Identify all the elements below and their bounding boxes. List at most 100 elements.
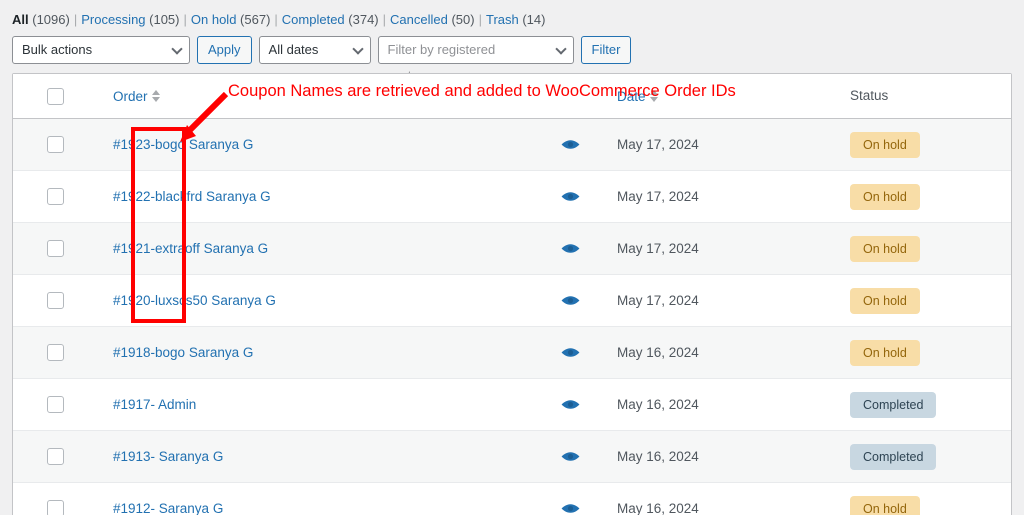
status-cell: On hold — [846, 339, 1011, 366]
table-row[interactable]: #1918-bogo Saranya G May 16, 2024 On hold — [13, 327, 1011, 379]
bulk-actions-select[interactable]: Bulk actions — [12, 36, 190, 64]
preview-cell[interactable] — [553, 398, 613, 411]
status-badge: On hold — [850, 287, 920, 314]
date-cell: May 17, 2024 — [617, 241, 699, 256]
preview-cell[interactable] — [553, 502, 613, 515]
select-all-cell — [13, 87, 98, 105]
row-select-cell — [13, 240, 98, 257]
table-row[interactable]: #1912- Saranya G May 16, 2024 On hold — [13, 483, 1011, 515]
annotation-text: Coupon Names are retrieved and added to … — [228, 82, 736, 100]
row-select-cell — [13, 292, 98, 309]
preview-cell[interactable] — [553, 346, 613, 359]
status-link-completed[interactable]: Completed (374) — [282, 12, 379, 27]
date-cell: May 16, 2024 — [617, 397, 699, 412]
status-link-on-hold[interactable]: On hold (567) — [191, 12, 271, 27]
status-link-trash[interactable]: Trash (14) — [486, 12, 545, 27]
order-link[interactable]: #1912- Saranya G — [113, 501, 223, 515]
status-filter-links: All (1096) | Processing (105) | On hold (567… — [12, 11, 545, 29]
row-select-checkbox[interactable] — [47, 344, 64, 361]
status-cell: Completed — [846, 391, 1011, 418]
status-badge: On hold — [850, 339, 920, 366]
order-cell: #1918-bogo Saranya G — [98, 345, 553, 360]
row-select-cell — [13, 396, 98, 413]
preview-cell[interactable] — [553, 450, 613, 463]
preview-eye-icon[interactable] — [561, 294, 580, 307]
row-select-cell — [13, 448, 98, 465]
status-cell: On hold — [846, 495, 1011, 515]
date-cell: May 16, 2024 — [617, 449, 699, 464]
table-toolbar: Bulk actions Apply All dates Filter by r… — [12, 36, 632, 83]
preview-cell[interactable] — [553, 138, 613, 151]
row-select-checkbox[interactable] — [47, 448, 64, 465]
preview-eye-icon[interactable] — [561, 242, 580, 255]
apply-button[interactable]: Apply — [197, 36, 252, 64]
status-link-separator: | — [382, 12, 387, 27]
customer-filter-select[interactable]: Filter by registered customer — [377, 36, 574, 83]
order-link[interactable]: #1918-bogo Saranya G — [113, 345, 253, 360]
annotation-highlight-box — [131, 127, 186, 323]
status-link-separator: | — [73, 12, 78, 27]
column-header-order-label: Order — [113, 88, 148, 104]
status-link-label[interactable]: On hold — [191, 12, 237, 27]
status-link-separator: | — [183, 12, 187, 27]
table-row[interactable]: #1913- Saranya G May 16, 2024 Completed — [13, 431, 1011, 483]
row-select-cell — [13, 344, 98, 361]
status-link-label[interactable]: Cancelled — [390, 12, 448, 27]
status-link-separator: | — [478, 12, 482, 27]
order-cell: #1912- Saranya G — [98, 501, 553, 515]
order-cell: #1913- Saranya G — [98, 449, 553, 464]
chevron-down-icon — [554, 43, 567, 55]
status-link-count: (14) — [518, 12, 546, 27]
status-link-label[interactable]: All — [12, 12, 29, 27]
table-row[interactable]: #1917- Admin May 16, 2024 Completed — [13, 379, 1011, 431]
status-link-count: (567) — [236, 12, 271, 27]
date-cell: May 17, 2024 — [617, 137, 699, 152]
row-select-checkbox[interactable] — [47, 188, 64, 205]
row-select-checkbox[interactable] — [47, 136, 64, 153]
status-link-cancelled[interactable]: Cancelled (50) — [390, 12, 475, 27]
preview-cell[interactable] — [553, 190, 613, 203]
status-cell: On hold — [846, 183, 1011, 210]
preview-eye-icon[interactable] — [561, 190, 580, 203]
chevron-down-icon — [171, 43, 183, 55]
date-cell: May 16, 2024 — [617, 501, 699, 515]
preview-eye-icon[interactable] — [561, 346, 580, 359]
preview-eye-icon[interactable] — [561, 450, 580, 463]
date-filter-select[interactable]: All dates — [258, 36, 371, 64]
filter-button[interactable]: Filter — [580, 36, 632, 64]
order-cell: #1917- Admin — [98, 397, 553, 412]
status-link-label[interactable]: Processing — [81, 12, 145, 27]
status-link-separator: | — [274, 12, 278, 27]
preview-eye-icon[interactable] — [561, 502, 580, 515]
row-select-cell — [13, 500, 98, 515]
status-link-count: (105) — [145, 12, 180, 27]
row-select-checkbox[interactable] — [47, 240, 64, 257]
row-select-checkbox[interactable] — [47, 500, 64, 515]
preview-eye-icon[interactable] — [561, 398, 580, 411]
status-link-processing[interactable]: Processing (105) — [81, 12, 179, 27]
column-header-status: Status — [846, 87, 1011, 105]
orders-list-page: All (1096) | Processing (105) | On hold (567… — [0, 0, 1024, 515]
preview-cell[interactable] — [553, 294, 613, 307]
row-select-checkbox[interactable] — [47, 396, 64, 413]
column-header-status-label: Status — [850, 88, 889, 103]
preview-cell[interactable] — [553, 242, 613, 255]
row-select-checkbox[interactable] — [47, 292, 64, 309]
status-link-count: (1096) — [28, 12, 70, 27]
select-all-checkbox[interactable] — [47, 87, 64, 105]
sort-arrows-icon[interactable] — [151, 90, 160, 102]
row-select-cell — [13, 136, 98, 153]
status-cell: On hold — [846, 287, 1011, 314]
chevron-down-icon — [351, 43, 364, 55]
status-link-label[interactable]: Completed — [282, 12, 345, 27]
status-badge: On hold — [850, 131, 920, 158]
order-link[interactable]: #1913- Saranya G — [113, 449, 223, 464]
status-cell: On hold — [846, 131, 1011, 158]
preview-eye-icon[interactable] — [561, 138, 580, 151]
order-link[interactable]: #1917- Admin — [113, 397, 196, 412]
status-cell: Completed — [846, 443, 1011, 470]
date-cell: May 16, 2024 — [617, 345, 699, 360]
status-link-label[interactable]: Trash — [486, 12, 519, 27]
status-link-all[interactable]: All (1096) — [12, 12, 70, 27]
status-badge: On hold — [850, 495, 920, 515]
